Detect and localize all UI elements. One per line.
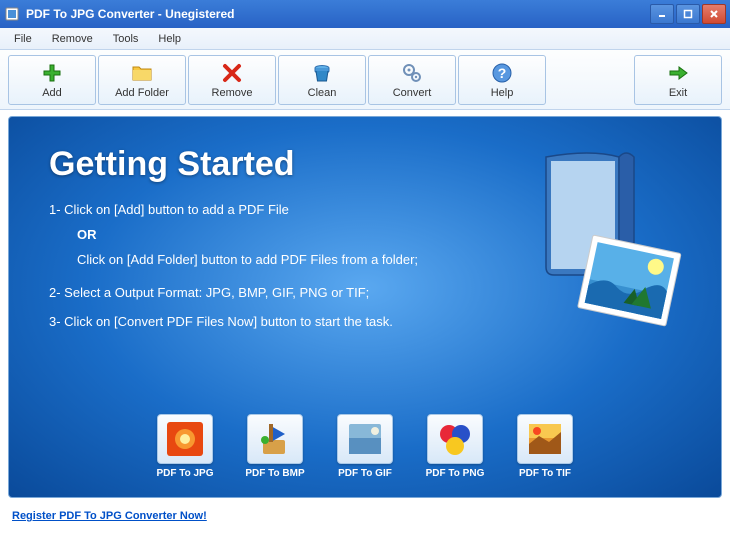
clean-button[interactable]: Clean bbox=[278, 55, 366, 105]
help-button[interactable]: ? Help bbox=[458, 55, 546, 105]
minimize-button[interactable] bbox=[650, 4, 674, 24]
png-label: PDF To PNG bbox=[426, 468, 485, 479]
add-label: Add bbox=[42, 87, 62, 99]
clean-label: Clean bbox=[308, 87, 337, 99]
close-button[interactable] bbox=[702, 4, 726, 24]
gears-icon bbox=[400, 61, 424, 85]
help-icon: ? bbox=[490, 61, 514, 85]
plus-icon bbox=[40, 61, 64, 85]
add-button[interactable]: Add bbox=[8, 55, 96, 105]
tif-label: PDF To TIF bbox=[519, 468, 571, 479]
folder-icon bbox=[130, 61, 154, 85]
help-label: Help bbox=[491, 87, 514, 99]
svg-text:?: ? bbox=[498, 65, 507, 81]
menu-remove[interactable]: Remove bbox=[42, 30, 103, 48]
remove-label: Remove bbox=[212, 87, 253, 99]
format-buttons-row: PDF To JPG PDF To BMP PDF To GIF PDF To … bbox=[9, 414, 721, 479]
jpg-icon bbox=[157, 414, 213, 464]
maximize-button[interactable] bbox=[676, 4, 700, 24]
book-photo-illustration bbox=[531, 147, 691, 327]
app-icon bbox=[4, 6, 20, 22]
format-jpg-button[interactable]: PDF To JPG bbox=[146, 414, 224, 479]
gif-icon bbox=[337, 414, 393, 464]
content-area: Getting Started 1- Click on [Add] button… bbox=[0, 110, 730, 502]
x-icon bbox=[220, 61, 244, 85]
bmp-icon bbox=[247, 414, 303, 464]
format-bmp-button[interactable]: PDF To BMP bbox=[236, 414, 314, 479]
titlebar: PDF To JPG Converter - Unegistered bbox=[0, 0, 730, 28]
window-title: PDF To JPG Converter - Unegistered bbox=[26, 7, 650, 21]
add-folder-button[interactable]: Add Folder bbox=[98, 55, 186, 105]
exit-button[interactable]: Exit bbox=[634, 55, 722, 105]
remove-button[interactable]: Remove bbox=[188, 55, 276, 105]
format-gif-button[interactable]: PDF To GIF bbox=[326, 414, 404, 479]
tif-icon bbox=[517, 414, 573, 464]
jpg-label: PDF To JPG bbox=[156, 468, 213, 479]
convert-button[interactable]: Convert bbox=[368, 55, 456, 105]
register-link[interactable]: Register PDF To JPG Converter Now! bbox=[12, 510, 207, 522]
menubar: File Remove Tools Help bbox=[0, 28, 730, 50]
exit-label: Exit bbox=[669, 87, 687, 99]
gif-label: PDF To GIF bbox=[338, 468, 392, 479]
format-tif-button[interactable]: PDF To TIF bbox=[506, 414, 584, 479]
menu-file[interactable]: File bbox=[4, 30, 42, 48]
toolbar: Add Add Folder Remove Clean Convert ? He… bbox=[0, 50, 730, 110]
convert-label: Convert bbox=[393, 87, 432, 99]
menu-help[interactable]: Help bbox=[148, 30, 191, 48]
bmp-label: PDF To BMP bbox=[245, 468, 304, 479]
png-icon bbox=[427, 414, 483, 464]
menu-tools[interactable]: Tools bbox=[103, 30, 149, 48]
exit-arrow-icon bbox=[666, 61, 690, 85]
trash-icon bbox=[310, 61, 334, 85]
add-folder-label: Add Folder bbox=[115, 87, 169, 99]
footer: Register PDF To JPG Converter Now! bbox=[0, 502, 730, 526]
format-png-button[interactable]: PDF To PNG bbox=[416, 414, 494, 479]
welcome-panel: Getting Started 1- Click on [Add] button… bbox=[8, 116, 722, 498]
